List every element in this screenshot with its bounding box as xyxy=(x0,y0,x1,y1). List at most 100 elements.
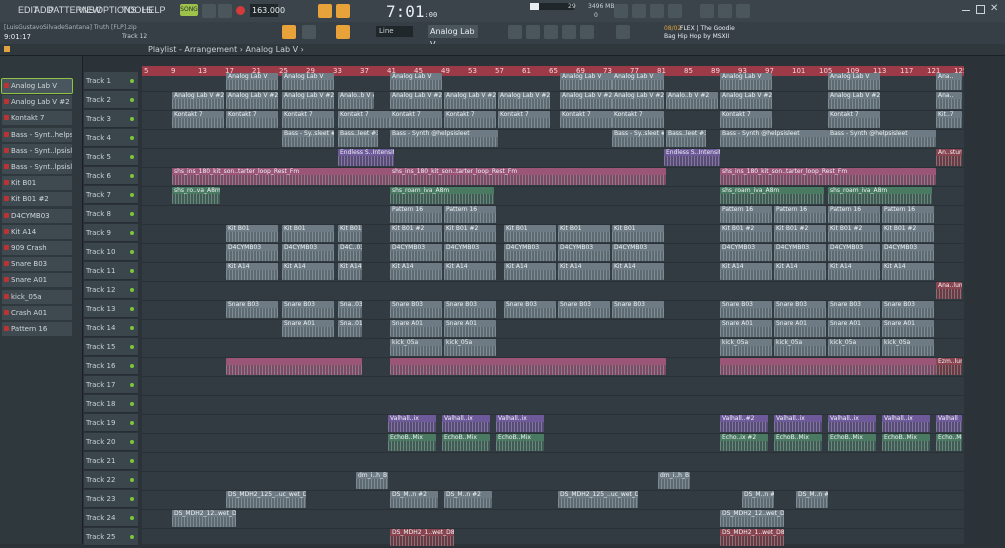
playlist-grid[interactable]: Analog Lab V Analog Lab V Analog Lab V Anal… xyxy=(142,73,964,548)
playlist-clip[interactable]: Kontakt 7 xyxy=(612,111,664,128)
playlist-clip[interactable]: Analog Lab V #2 xyxy=(720,92,772,109)
playlist-clip[interactable]: EchoB..Mix xyxy=(496,434,544,451)
pattern-item[interactable]: Bass - Synt..lpsisleet #2 xyxy=(2,143,72,158)
playlist-clip[interactable]: DS_M..n #2 xyxy=(444,491,492,508)
pattern-item[interactable]: Bass - Synt..helpsisleet xyxy=(2,127,72,142)
playlist-clip[interactable]: Valhall..#2 xyxy=(720,415,768,432)
playlist-clip[interactable]: Snare B03 xyxy=(612,301,664,318)
song-mode-toggle[interactable]: SONG xyxy=(180,4,198,16)
record-icon[interactable] xyxy=(236,6,245,15)
playlist-clip[interactable]: Valhall..ix xyxy=(882,415,930,432)
undo-icon[interactable] xyxy=(632,4,646,18)
playlist-clip[interactable]: Kontakt 7 xyxy=(560,111,612,128)
playlist-clip[interactable]: Pattern 16 xyxy=(828,206,880,223)
playlist-clip[interactable]: Analog Lab V #2 xyxy=(282,92,334,109)
playlist-clip[interactable]: Snare B03 xyxy=(444,301,496,318)
playlist-clip[interactable]: D4CYMB03 xyxy=(774,244,826,261)
pattern-select[interactable]: Analog Lab V xyxy=(428,25,478,49)
playlist-clip[interactable]: kick_05a xyxy=(390,339,442,356)
playlist-clip[interactable]: Analog Lab V xyxy=(282,73,334,90)
playlist-clip[interactable]: Kit B01 xyxy=(504,225,556,242)
track-header[interactable]: Track 10 xyxy=(84,243,138,261)
playlist-clip[interactable]: Analo..b V #2 xyxy=(338,92,374,109)
playlist-clip[interactable]: Echo..ix #2 xyxy=(720,434,768,451)
playlist-clip[interactable] xyxy=(390,358,666,375)
playlist-clip[interactable]: Kit B01 xyxy=(338,225,362,242)
track-mute-led[interactable] xyxy=(130,250,134,254)
track-header[interactable]: Track 6 xyxy=(84,167,138,185)
track-header[interactable]: Track 17 xyxy=(84,376,138,394)
playlist-clip[interactable]: Pattern 16 xyxy=(774,206,826,223)
play-icon[interactable] xyxy=(202,4,216,18)
vertical-scrollbar[interactable] xyxy=(964,56,1005,544)
playlist-clip[interactable]: Kontakt 7 xyxy=(444,111,496,128)
playlist-clip[interactable]: Bass..leet #3 xyxy=(666,130,706,147)
pattern-item[interactable]: D4CYMB03 xyxy=(2,208,72,223)
playlist-clip[interactable]: D4CYMB03 xyxy=(882,244,934,261)
playlist-clip[interactable]: Analog Lab V xyxy=(828,73,880,90)
track-header[interactable]: Track 5 xyxy=(84,148,138,166)
playlist-clip[interactable]: Kontakt 7 xyxy=(282,111,334,128)
playlist-clip[interactable]: shs_ins_180_kit_son..tarter_loop_Rest_Fm xyxy=(720,168,936,185)
track-header[interactable]: Track 22 xyxy=(84,471,138,489)
playlist-clip[interactable]: Kontakt 7 xyxy=(226,111,278,128)
playlist-clip[interactable]: Valhall xyxy=(936,415,962,432)
playlist-clip[interactable]: Bass - Sy..sleet #3 xyxy=(612,130,664,147)
playlist-clip[interactable]: Analog Lab V xyxy=(612,73,664,90)
playlist-clip[interactable]: Kit A14 xyxy=(444,263,496,280)
pattern-item[interactable]: Snare A01 xyxy=(2,273,72,288)
track-lane[interactable] xyxy=(142,395,964,415)
playlist-clip[interactable]: Endless S..Intensity xyxy=(338,149,394,166)
playlist-clip[interactable]: Snare A01 xyxy=(882,320,934,337)
track-mute-led[interactable] xyxy=(130,288,134,292)
track-mute-led[interactable] xyxy=(130,98,134,102)
track-mute-led[interactable] xyxy=(130,212,134,216)
playlist-clip[interactable]: Kit A14 xyxy=(612,263,664,280)
playlist-clip[interactable]: shs_roam_iva_A8m xyxy=(828,187,932,204)
wait-icon[interactable] xyxy=(336,4,350,18)
track-mute-led[interactable] xyxy=(130,516,134,520)
track-header[interactable]: Track 13 xyxy=(84,300,138,318)
track-header[interactable]: Track 4 xyxy=(84,129,138,147)
playlist-clip[interactable]: Kit B01 #2 xyxy=(720,225,772,242)
track-mute-led[interactable] xyxy=(130,459,134,463)
track-lane[interactable] xyxy=(142,509,964,529)
playlist-clip[interactable]: Valhall..ix xyxy=(388,415,436,432)
pattern-item[interactable]: Analog Lab V #2 xyxy=(2,95,72,110)
piano-roll-icon[interactable] xyxy=(616,25,630,39)
track-mute-led[interactable] xyxy=(130,402,134,406)
pattern-mode-icon[interactable] xyxy=(282,25,296,39)
playlist-clip[interactable]: EchoB..Mix xyxy=(828,434,876,451)
track-mute-led[interactable] xyxy=(130,155,134,159)
playlist-clip[interactable]: Kit B01 xyxy=(226,225,278,242)
playlist-clip[interactable]: Pattern 16 xyxy=(720,206,772,223)
mixer-icon[interactable] xyxy=(526,25,540,39)
playlist-clip[interactable]: Snare A01 xyxy=(720,320,772,337)
track-header[interactable]: Track 14 xyxy=(84,319,138,337)
playlist-clip[interactable]: Valhall..ix xyxy=(496,415,544,432)
playlist-clip[interactable]: Kit A14 xyxy=(720,263,772,280)
playlist-clip[interactable]: DS_MDH2_12..wet_D8min xyxy=(720,510,784,527)
channel-rack-icon[interactable] xyxy=(544,25,558,39)
playlist-clip[interactable]: DS_M..n #2 xyxy=(796,491,828,508)
playlist-clip[interactable]: Analog Lab V #2 xyxy=(390,92,442,109)
track-mute-led[interactable] xyxy=(130,307,134,311)
playlist-clip[interactable]: Pattern 16 xyxy=(390,206,442,223)
playlist-clip[interactable]: Kontakt 7 xyxy=(498,111,550,128)
playlist-clip[interactable]: Snare B03 xyxy=(226,301,278,318)
pattern-item[interactable]: Crash A01 xyxy=(2,305,72,320)
playlist-clip[interactable]: Ana.. xyxy=(936,92,962,109)
playlist-clip[interactable]: Pattern 16 xyxy=(882,206,934,223)
track-header[interactable]: Track 24 xyxy=(84,509,138,527)
playlist-clip[interactable]: Kit A14 xyxy=(226,263,278,280)
playlist-clip[interactable]: DS_MDH2_1..wet_D8min xyxy=(720,529,784,546)
playlist-clip[interactable]: kick_05a xyxy=(882,339,934,356)
playlist-clip[interactable]: Snare B03 xyxy=(720,301,772,318)
playlist-clip[interactable]: kick_05a xyxy=(774,339,826,356)
pattern-item[interactable]: Bass - Synt..lpsisleet #3 xyxy=(2,160,72,174)
maximize-icon[interactable] xyxy=(976,5,985,14)
track-header[interactable]: Track 21 xyxy=(84,452,138,470)
pattern-item[interactable]: Kit B01 #2 xyxy=(2,192,72,207)
playlist-clip[interactable]: Sna..01 xyxy=(338,320,362,337)
playlist-clip[interactable]: dm_i..h_B xyxy=(356,472,388,489)
